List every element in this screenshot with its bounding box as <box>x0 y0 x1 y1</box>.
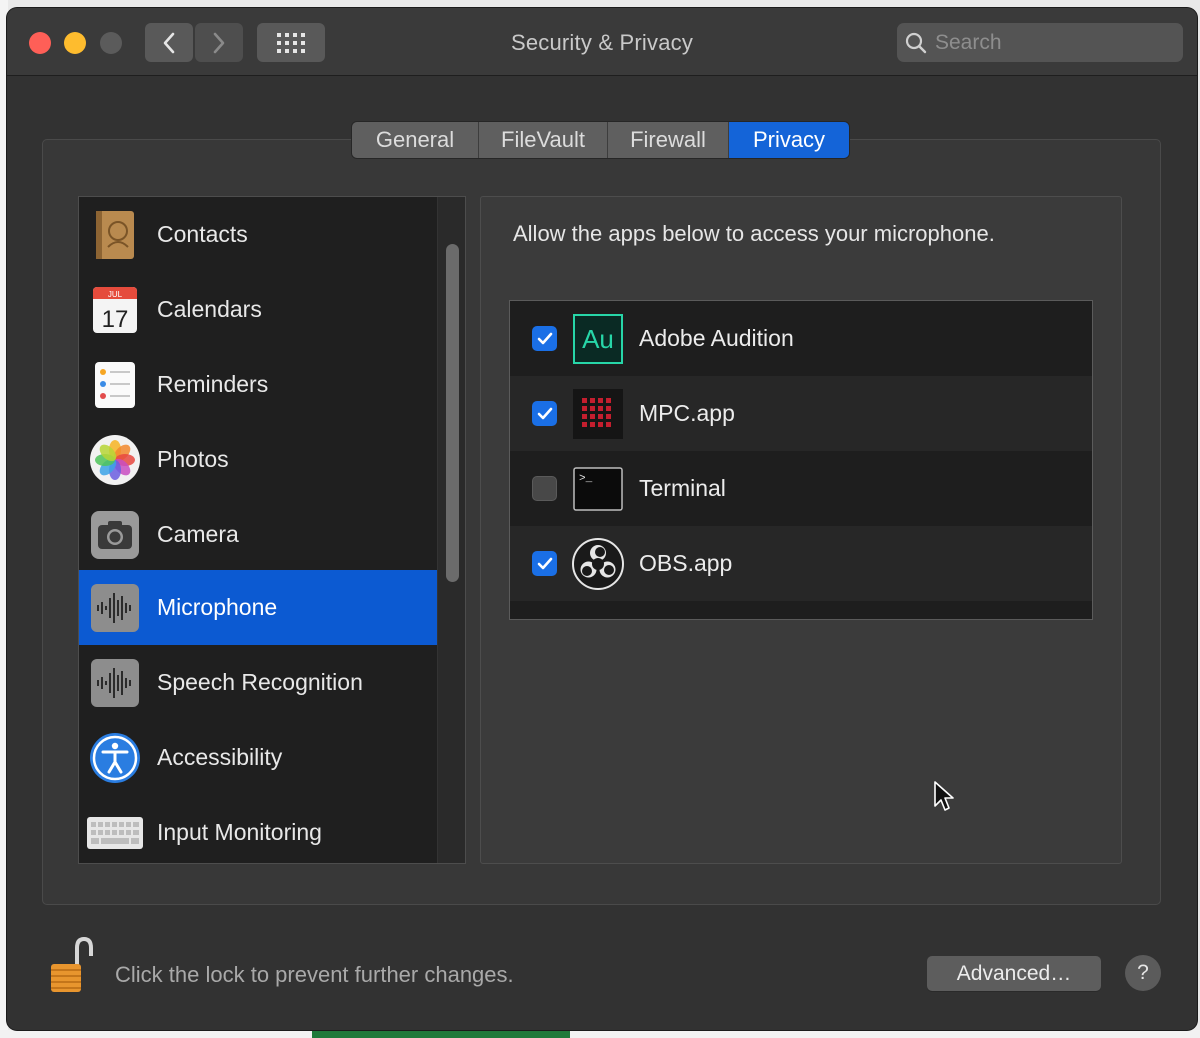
app-checkbox-terminal[interactable] <box>532 476 557 501</box>
sidebar-item-label: Contacts <box>157 221 248 247</box>
sidebar-item-label: Photos <box>157 446 229 472</box>
search-field[interactable] <box>897 23 1183 62</box>
tab-privacy[interactable]: Privacy <box>729 122 849 158</box>
app-row-adobe-audition[interactable]: Au Adobe Audition <box>510 301 1092 376</box>
adobe-audition-icon: Au <box>572 313 624 365</box>
app-checkbox-mpc[interactable] <box>532 401 557 426</box>
search-input[interactable] <box>935 30 1165 55</box>
tab-firewall[interactable]: Firewall <box>608 122 729 158</box>
app-list-empty-row <box>510 601 1092 619</box>
security-privacy-window: Security & Privacy General FileVault Fir… <box>7 8 1197 1030</box>
sidebar-item-label: Input Monitoring <box>157 819 322 845</box>
title-bar: Security & Privacy <box>7 8 1197 76</box>
background-desktop-strip <box>0 1030 1200 1038</box>
app-row-obs[interactable]: OBS.app <box>510 526 1092 601</box>
tab-general[interactable]: General <box>352 122 479 158</box>
app-name: OBS.app <box>639 550 733 576</box>
sidebar-item-camera[interactable]: Camera <box>79 497 437 572</box>
search-icon <box>905 32 927 53</box>
sidebar-item-photos[interactable]: Photos <box>79 422 437 497</box>
reminders-icon <box>89 359 141 411</box>
advanced-button[interactable]: Advanced… <box>927 956 1101 991</box>
app-name: MPC.app <box>639 400 735 426</box>
contacts-icon <box>89 209 141 261</box>
speech-recognition-icon <box>89 657 141 709</box>
microphone-icon <box>89 582 141 634</box>
app-permission-list[interactable]: Au Adobe Audition MPC.app >_ Terminal OB… <box>509 300 1093 620</box>
obs-icon <box>572 537 624 590</box>
camera-icon <box>89 509 141 561</box>
sidebar-scrollbar[interactable] <box>437 197 465 863</box>
sidebar-item-calendars[interactable]: JUL 17 Calendars <box>79 272 437 347</box>
scrollbar-thumb[interactable] <box>446 244 459 582</box>
sidebar-item-label: Calendars <box>157 296 262 322</box>
sidebar-item-speech-recognition[interactable]: Speech Recognition <box>79 645 437 720</box>
svg-text:>_: >_ <box>579 473 593 485</box>
terminal-icon: >_ <box>572 463 624 515</box>
checkmark-icon <box>537 332 552 344</box>
checkmark-icon <box>537 407 552 419</box>
svg-text:Au: Au <box>582 324 614 354</box>
app-row-terminal[interactable]: >_ Terminal <box>510 451 1092 526</box>
sidebar-item-contacts[interactable]: Contacts <box>79 197 437 272</box>
help-button[interactable]: ? <box>1125 955 1161 991</box>
sidebar-item-label: Speech Recognition <box>157 669 363 695</box>
app-checkbox-obs[interactable] <box>532 551 557 576</box>
privacy-category-list[interactable]: Contacts JUL 17 Calendars Reminders Phot… <box>78 196 466 864</box>
mpc-icon <box>572 388 624 440</box>
checkmark-icon <box>537 557 552 569</box>
permission-description: Allow the apps below to access your micr… <box>513 221 995 246</box>
app-name: Adobe Audition <box>639 325 794 351</box>
sidebar-item-reminders[interactable]: Reminders <box>79 347 437 422</box>
sidebar-item-label: Accessibility <box>157 744 283 770</box>
lock-message: Click the lock to prevent further change… <box>115 962 514 987</box>
microphone-detail-pane: Allow the apps below to access your micr… <box>480 196 1122 864</box>
tab-bar: General FileVault Firewall Privacy <box>352 122 849 158</box>
sidebar-item-input-monitoring[interactable]: Input Monitoring <box>79 795 437 863</box>
sidebar-item-accessibility[interactable]: Accessibility <box>79 720 437 795</box>
app-row-mpc[interactable]: MPC.app <box>510 376 1092 451</box>
keyboard-icon <box>85 807 145 859</box>
svg-text:JUL: JUL <box>108 290 123 299</box>
sidebar-item-label: Microphone <box>157 594 278 620</box>
sidebar-item-microphone[interactable]: Microphone <box>79 570 437 645</box>
tab-filevault[interactable]: FileVault <box>479 122 608 158</box>
sidebar-item-label: Reminders <box>157 371 269 397</box>
background-green-strip <box>312 1030 570 1038</box>
calendar-icon: JUL 17 <box>89 284 141 336</box>
lock-icon[interactable] <box>47 936 95 996</box>
app-name: Terminal <box>639 475 726 501</box>
photos-icon <box>89 434 141 486</box>
sidebar-item-label: Camera <box>157 521 239 547</box>
mouse-cursor-icon <box>934 781 954 811</box>
accessibility-icon <box>89 732 141 784</box>
svg-text:17: 17 <box>102 306 129 333</box>
app-checkbox-adobe-audition[interactable] <box>532 326 557 351</box>
